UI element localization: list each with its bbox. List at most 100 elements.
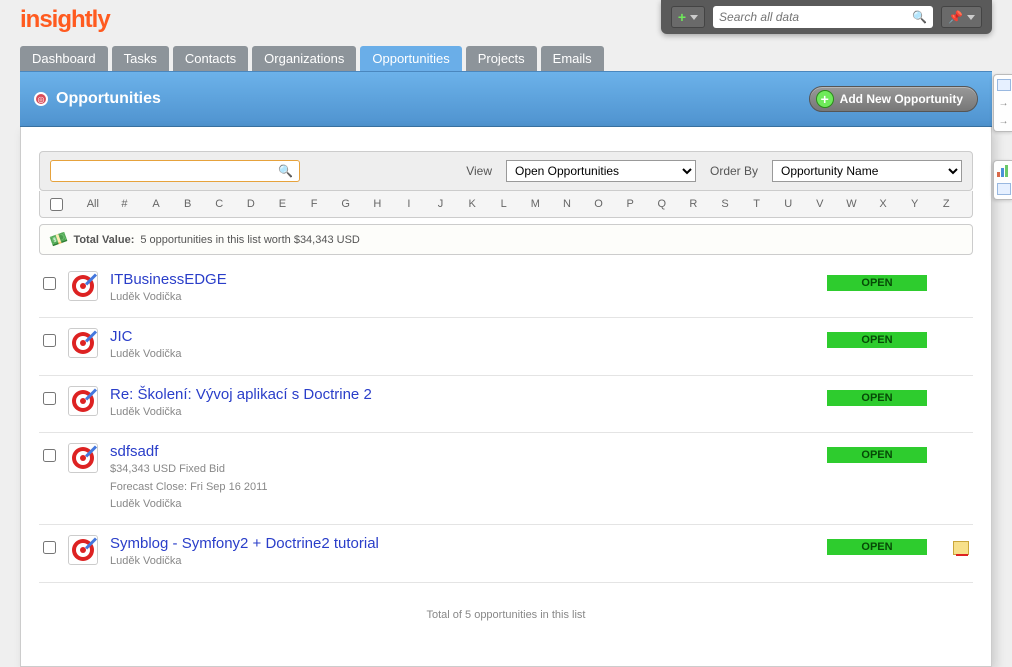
opportunity-icon xyxy=(68,271,98,301)
select-all-checkbox[interactable] xyxy=(50,198,63,211)
alpha-filter-f[interactable]: F xyxy=(298,195,330,213)
bar-chart-icon[interactable] xyxy=(997,165,1011,177)
alpha-filter-t[interactable]: T xyxy=(741,195,773,213)
list-search[interactable]: 🔍 xyxy=(50,160,300,182)
money-icon: 💵 xyxy=(48,229,70,251)
opportunity-subline: Luděk Vodička xyxy=(110,554,775,569)
add-opportunity-label: Add New Opportunity xyxy=(840,92,963,106)
tab-tasks[interactable]: Tasks xyxy=(112,46,169,71)
view-label: View xyxy=(466,164,492,178)
alpha-filter-z[interactable]: Z xyxy=(930,195,962,213)
alpha-filter: All#ABCDEFGHIJKLMNOPQRSTUVWXYZ xyxy=(39,191,973,218)
view-select[interactable]: Open Opportunities xyxy=(506,160,696,182)
opportunity-title[interactable]: sdfsadf xyxy=(110,443,158,460)
arrow-right-icon[interactable]: → xyxy=(997,97,1011,109)
search-icon[interactable]: 🔍 xyxy=(278,164,293,178)
row-checkbox[interactable] xyxy=(43,449,56,462)
plus-icon: + xyxy=(678,9,686,25)
alpha-filter-k[interactable]: K xyxy=(456,195,488,213)
opportunity-icon xyxy=(68,328,98,358)
arrow-right-icon[interactable]: → xyxy=(997,115,1011,127)
status-badge: OPEN xyxy=(827,332,927,348)
list-footer: Total of 5 opportunities in this list xyxy=(39,609,973,621)
main-tabs: DashboardTasksContactsOrganizationsOppor… xyxy=(0,46,1012,71)
search-icon[interactable]: 🔍 xyxy=(912,10,927,24)
alpha-filter-b[interactable]: B xyxy=(172,195,204,213)
status-badge: OPEN xyxy=(827,447,927,463)
dock-group-1[interactable]: → → xyxy=(993,74,1012,132)
list-item: Re: Školení: Vývoj aplikací s Doctrine 2… xyxy=(39,376,973,433)
alpha-filter-j[interactable]: J xyxy=(425,195,457,213)
pin-menu-button[interactable]: 📌 xyxy=(941,6,982,28)
alpha-filter-m[interactable]: M xyxy=(520,195,552,213)
total-value-bar: 💵 Total Value: 5 opportunities in this l… xyxy=(39,224,973,255)
row-info: ITBusinessEDGELuděk Vodička xyxy=(110,271,775,305)
tab-dashboard[interactable]: Dashboard xyxy=(20,46,108,71)
alpha-filter-p[interactable]: P xyxy=(614,195,646,213)
alpha-filter-h[interactable]: H xyxy=(361,195,393,213)
top-toolbar: + 🔍 📌 xyxy=(661,0,992,34)
alpha-filter-y[interactable]: Y xyxy=(899,195,931,213)
row-checkbox[interactable] xyxy=(43,392,56,405)
alpha-filter-a[interactable]: A xyxy=(140,195,172,213)
opportunity-title[interactable]: ITBusinessEDGE xyxy=(110,271,227,288)
list-search-input[interactable] xyxy=(57,164,278,178)
opportunity-icon xyxy=(68,386,98,416)
alpha-filter-w[interactable]: W xyxy=(836,195,868,213)
note-icon[interactable] xyxy=(953,541,969,555)
opportunity-title[interactable]: JIC xyxy=(110,328,133,345)
alpha-filter-n[interactable]: N xyxy=(551,195,583,213)
quick-add-button[interactable]: + xyxy=(671,6,705,28)
opportunity-icon xyxy=(68,443,98,473)
order-by-select[interactable]: Opportunity Name xyxy=(772,160,962,182)
alpha-filter-r[interactable]: R xyxy=(678,195,710,213)
add-opportunity-button[interactable]: + Add New Opportunity xyxy=(809,86,978,112)
tab-projects[interactable]: Projects xyxy=(466,46,537,71)
opportunity-title[interactable]: Re: Školení: Vývoj aplikací s Doctrine 2 xyxy=(110,386,372,403)
filter-bar: 🔍 View Open Opportunities Order By Oppor… xyxy=(39,151,973,191)
tab-emails[interactable]: Emails xyxy=(541,46,604,71)
alpha-filter-i[interactable]: I xyxy=(393,195,425,213)
row-info: JICLuděk Vodička xyxy=(110,328,775,362)
tab-opportunities[interactable]: Opportunities xyxy=(360,46,461,71)
alpha-filter-#[interactable]: # xyxy=(109,195,141,213)
dock-group-2[interactable] xyxy=(993,160,1012,200)
list-item: JICLuděk Vodička OPEN xyxy=(39,318,973,375)
alpha-filter-o[interactable]: O xyxy=(583,195,615,213)
status-badge: OPEN xyxy=(827,275,927,291)
global-search[interactable]: 🔍 xyxy=(713,6,933,28)
alpha-filter-x[interactable]: X xyxy=(867,195,899,213)
alpha-filter-v[interactable]: V xyxy=(804,195,836,213)
status-badge: OPEN xyxy=(827,539,927,555)
alpha-filter-d[interactable]: D xyxy=(235,195,267,213)
alpha-filter-g[interactable]: G xyxy=(330,195,362,213)
chevron-down-icon xyxy=(690,15,698,20)
list-item: sdfsadf$34,343 USD Fixed BidForecast Clo… xyxy=(39,433,973,525)
alpha-filter-q[interactable]: Q xyxy=(646,195,678,213)
window-icon[interactable] xyxy=(997,79,1011,91)
row-checkbox[interactable] xyxy=(43,334,56,347)
opportunity-title[interactable]: Symblog - Symfony2 + Doctrine2 tutorial xyxy=(110,535,379,552)
row-checkbox[interactable] xyxy=(43,277,56,290)
tab-contacts[interactable]: Contacts xyxy=(173,46,248,71)
window-icon[interactable] xyxy=(997,183,1011,195)
row-info: Symblog - Symfony2 + Doctrine2 tutorial L… xyxy=(110,535,775,569)
list-item: Symblog - Symfony2 + Doctrine2 tutorial L… xyxy=(39,525,973,582)
opportunity-icon xyxy=(68,535,98,565)
row-info: sdfsadf$34,343 USD Fixed BidForecast Clo… xyxy=(110,443,775,512)
opportunity-subline: Luděk Vodička xyxy=(110,405,775,420)
global-search-input[interactable] xyxy=(719,10,912,24)
alpha-filter-e[interactable]: E xyxy=(267,195,299,213)
total-value-label: Total Value: xyxy=(73,234,134,246)
alpha-filter-all[interactable]: All xyxy=(77,195,109,213)
logo[interactable]: insightly xyxy=(20,6,110,34)
alpha-filter-l[interactable]: L xyxy=(488,195,520,213)
opportunity-list: ITBusinessEDGELuděk VodičkaOPENJICLuděk … xyxy=(39,261,973,583)
alpha-filter-s[interactable]: S xyxy=(709,195,741,213)
pin-icon: 📌 xyxy=(948,10,963,24)
alpha-filter-c[interactable]: C xyxy=(203,195,235,213)
row-checkbox[interactable] xyxy=(43,541,56,554)
tab-organizations[interactable]: Organizations xyxy=(252,46,356,71)
alpha-filter-u[interactable]: U xyxy=(772,195,804,213)
plus-circle-icon: + xyxy=(816,90,834,108)
